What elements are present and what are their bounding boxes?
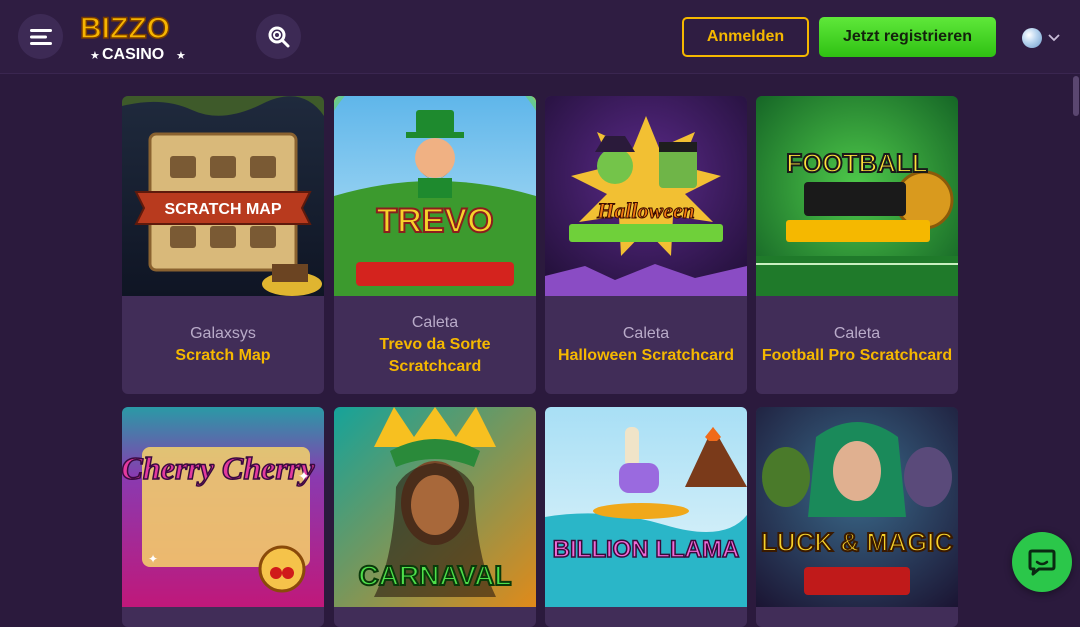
language-selector[interactable] [1022, 26, 1068, 50]
game-provider: Caleta [833, 325, 881, 342]
logo-top-text: BIZZO [80, 12, 170, 45]
svg-text:✦: ✦ [148, 552, 158, 566]
game-card[interactable]: LUCK & MAGIC [756, 407, 958, 627]
game-card[interactable]: BILLION LLAMA [545, 407, 747, 627]
svg-text:★: ★ [90, 50, 100, 62]
register-button[interactable]: Jetzt registrieren [819, 17, 996, 57]
menu-button[interactable] [18, 14, 63, 59]
game-thumbnail[interactable]: Cherry Cherry ✦ ✦ [122, 407, 324, 607]
game-thumbnail[interactable]: BILLION LLAMA [545, 407, 747, 607]
game-info: Caleta Halloween Scratchcard [545, 296, 747, 394]
game-card[interactable]: SCRATCH MAP Galaxsys Scratch Map [122, 96, 324, 394]
svg-text:LUCK & MAGIC: LUCK & MAGIC [761, 527, 953, 557]
game-card[interactable]: TREVO Caleta Trevo da Sorte Scratchcard [334, 96, 536, 394]
login-button[interactable]: Anmelden [682, 17, 809, 57]
svg-text:Cherry Cherry: Cherry Cherry [122, 450, 315, 486]
svg-text:BILLION LLAMA: BILLION LLAMA [553, 536, 740, 563]
live-chat-button[interactable] [1012, 532, 1072, 592]
top-header: BIZZO CASINO ★ ★ Anmelden Jetzt registri… [0, 0, 1080, 74]
svg-text:TREVO: TREVO [376, 202, 493, 240]
game-provider: Galaxsys [190, 325, 256, 342]
game-card[interactable]: Halloween Caleta Halloween Scratchcard [545, 96, 747, 394]
game-name[interactable]: Halloween Scratchcard [558, 345, 734, 367]
chat-bubble-icon [1028, 549, 1056, 576]
scrollbar-thumb[interactable] [1073, 76, 1079, 116]
logo-bottom-text: CASINO [102, 46, 164, 63]
game-thumbnail[interactable]: CARNAVAL [334, 407, 536, 607]
game-provider: Caleta [411, 314, 459, 331]
game-info: Galaxsys Scratch Map [122, 296, 324, 394]
svg-text:SCRATCH MAP: SCRATCH MAP [164, 201, 281, 218]
game-thumbnail[interactable]: SCRATCH MAP [122, 96, 324, 296]
chevron-down-icon [1048, 34, 1060, 42]
game-info: Caleta Football Pro Scratchcard [756, 296, 958, 394]
bizzo-casino-logo[interactable]: BIZZO CASINO ★ ★ [76, 8, 204, 64]
svg-text:Halloween: Halloween [596, 198, 695, 223]
game-card[interactable]: CARNAVAL [334, 407, 536, 627]
game-thumbnail[interactable]: Halloween [545, 96, 747, 296]
game-card[interactable]: FOOTBALL Caleta Football Pro Scratchcard [756, 96, 958, 394]
globe-icon [1022, 28, 1042, 48]
game-thumbnail[interactable]: FOOTBALL [756, 96, 958, 296]
svg-text:FOOTBALL: FOOTBALL [786, 148, 928, 178]
svg-text:★: ★ [176, 50, 186, 62]
game-name[interactable]: Football Pro Scratchcard [762, 345, 952, 367]
game-provider: Caleta [622, 325, 670, 342]
svg-text:✦: ✦ [298, 468, 310, 484]
game-thumbnail[interactable]: TREVO [334, 96, 536, 296]
game-card[interactable]: Cherry Cherry ✦ ✦ [122, 407, 324, 627]
game-name[interactable]: Scratch Map [175, 345, 270, 367]
game-thumbnail[interactable]: LUCK & MAGIC [756, 407, 958, 607]
hamburger-icon [29, 28, 52, 45]
search-icon [268, 26, 289, 47]
page-scrollbar[interactable] [1072, 74, 1080, 608]
svg-text:CARNAVAL: CARNAVAL [359, 560, 512, 591]
game-name[interactable]: Trevo da Sorte Scratchcard [334, 334, 536, 378]
search-button[interactable] [256, 14, 301, 59]
game-info: Caleta Trevo da Sorte Scratchcard [334, 296, 536, 394]
